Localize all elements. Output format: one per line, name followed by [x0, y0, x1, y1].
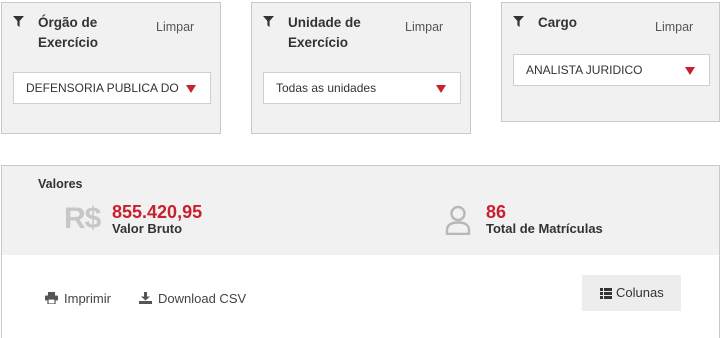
clear-filter-button[interactable]: Limpar: [156, 20, 194, 34]
select-value: Todas as unidades: [276, 81, 377, 95]
columns-icon: [600, 288, 612, 299]
select-value: ANALISTA JURIDICO: [526, 63, 643, 77]
filter-title-line2: Exercício: [288, 35, 349, 50]
content-panel: Imprimir Download CSV Colunas: [1, 255, 720, 338]
dropdown-caret-icon: [436, 85, 446, 93]
registrations-label: Total de Matrículas: [486, 221, 603, 236]
gross-value: 855.420,95: [112, 202, 203, 222]
filter-icon: [13, 16, 24, 27]
filter-panel-cargo: Cargo Limpar ANALISTA JURIDICO: [501, 2, 720, 122]
filter-icon: [263, 16, 274, 27]
filter-title: Cargo: [538, 13, 577, 33]
filter-title-line1: Unidade de: [288, 15, 361, 30]
cargo-select[interactable]: ANALISTA JURIDICO: [513, 54, 710, 86]
filter-title: Unidade de Exercício: [288, 13, 361, 53]
clear-filter-button[interactable]: Limpar: [405, 20, 443, 34]
dropdown-caret-icon: [186, 85, 196, 93]
filter-title-line2: Exercício: [38, 35, 99, 50]
currency-icon: R$: [64, 202, 101, 235]
values-panel: Valores R$ 855.420,95 Valor Bruto 86 Tot…: [1, 165, 720, 256]
download-icon: [139, 292, 152, 304]
filter-title: Órgão de Exercício: [38, 13, 98, 53]
filter-panel-unidade: Unidade de Exercício Limpar Todas as uni…: [251, 2, 471, 134]
columns-label: Colunas: [616, 285, 664, 300]
filter-title-line1: Órgão de: [38, 15, 98, 30]
user-icon: [445, 205, 471, 235]
gross-label: Valor Bruto: [112, 221, 183, 236]
columns-button[interactable]: Colunas: [582, 275, 681, 311]
filter-panel-orgao: Órgão de Exercício Limpar DEFENSORIA PUB…: [1, 2, 221, 134]
values-section-label: Valores: [38, 177, 83, 191]
filter-title-line1: Cargo: [538, 15, 578, 30]
clear-filter-button[interactable]: Limpar: [655, 20, 693, 34]
select-value: DEFENSORIA PUBLICA DO ESTADO: [26, 81, 180, 95]
filter-icon: [513, 16, 524, 27]
unidade-select[interactable]: Todas as unidades: [263, 72, 461, 104]
dropdown-caret-icon: [685, 67, 695, 75]
orgao-select[interactable]: DEFENSORIA PUBLICA DO ESTADO: [13, 72, 211, 104]
download-label: Download CSV: [158, 291, 247, 306]
print-label: Imprimir: [64, 291, 111, 306]
print-icon: [45, 292, 58, 304]
registrations-value: 86: [486, 202, 507, 222]
